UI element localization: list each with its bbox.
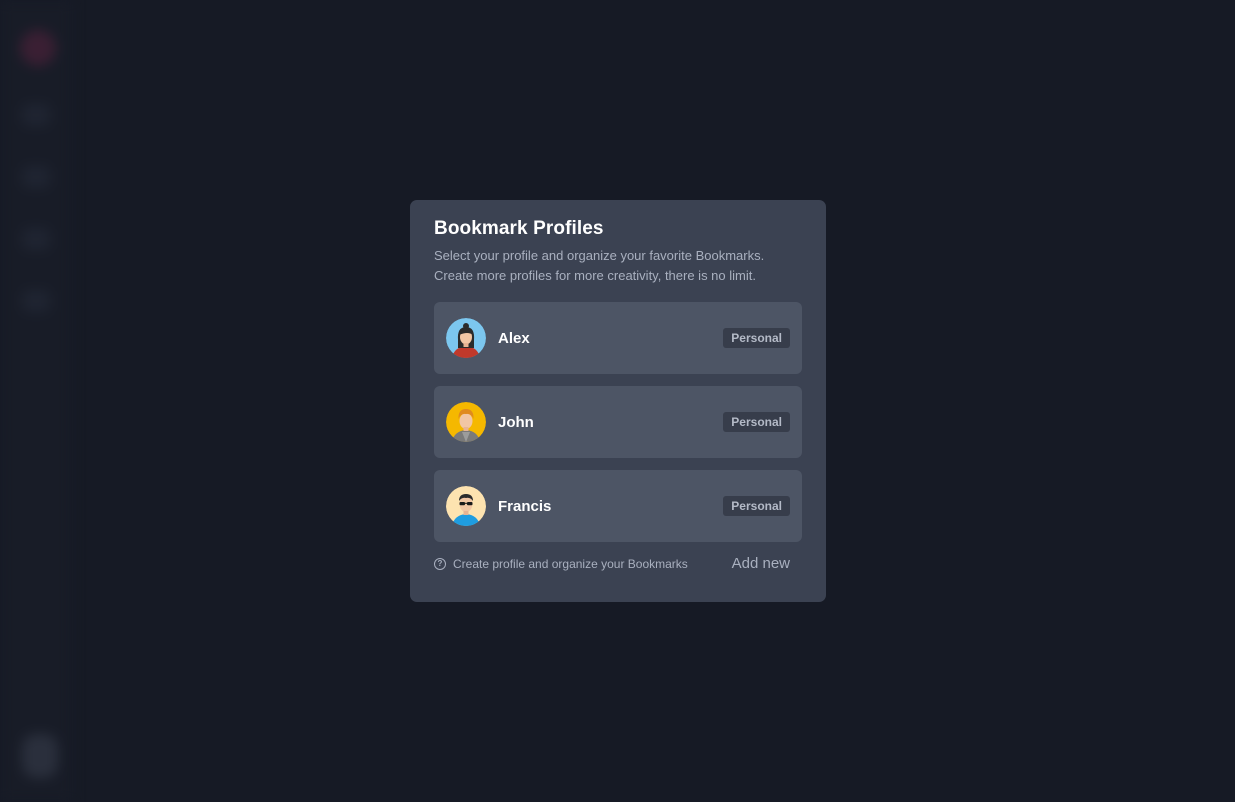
modal-title: Bookmark Profiles — [434, 218, 604, 239]
modal-footer: ? Create profile and organize your Bookm… — [434, 555, 802, 572]
app-logo-icon — [20, 30, 56, 66]
profile-list: Alex Personal John Personal Francis Pers… — [434, 302, 802, 542]
modal-subtitle-line: Create more profiles for more creativity… — [434, 268, 756, 283]
man-sunglasses-avatar-icon — [446, 486, 486, 526]
profile-card-alex[interactable]: Alex Personal — [434, 302, 802, 374]
profile-badge: Personal — [723, 412, 790, 432]
profile-name: John — [498, 413, 534, 431]
profile-badge: Personal — [723, 328, 790, 348]
profiles-modal: Bookmark Profiles Select your profile an… — [410, 200, 826, 602]
profile-name: Alex — [498, 329, 530, 347]
sidebar-item — [22, 104, 50, 126]
modal-subtitle-line: Select your profile and organize your fa… — [434, 248, 765, 263]
user-avatar — [22, 734, 58, 778]
sidebar-item — [22, 228, 50, 250]
sidebar-item — [22, 290, 50, 312]
profile-card-francis[interactable]: Francis Personal — [434, 470, 802, 542]
man-blond-avatar-icon — [446, 402, 486, 442]
help-circle-icon: ? — [434, 557, 446, 570]
footer-help-text: Create profile and organize your Bookmar… — [453, 556, 688, 571]
background-sidebar — [0, 0, 72, 802]
add-new-button[interactable]: Add new — [732, 555, 790, 572]
profile-badge: Personal — [723, 496, 790, 516]
profile-card-john[interactable]: John Personal — [434, 386, 802, 458]
sidebar-item — [22, 166, 50, 188]
profile-name: Francis — [498, 497, 552, 515]
woman-avatar-icon — [446, 318, 486, 358]
modal-subtitle: Select your profile and organize your fa… — [434, 246, 802, 286]
